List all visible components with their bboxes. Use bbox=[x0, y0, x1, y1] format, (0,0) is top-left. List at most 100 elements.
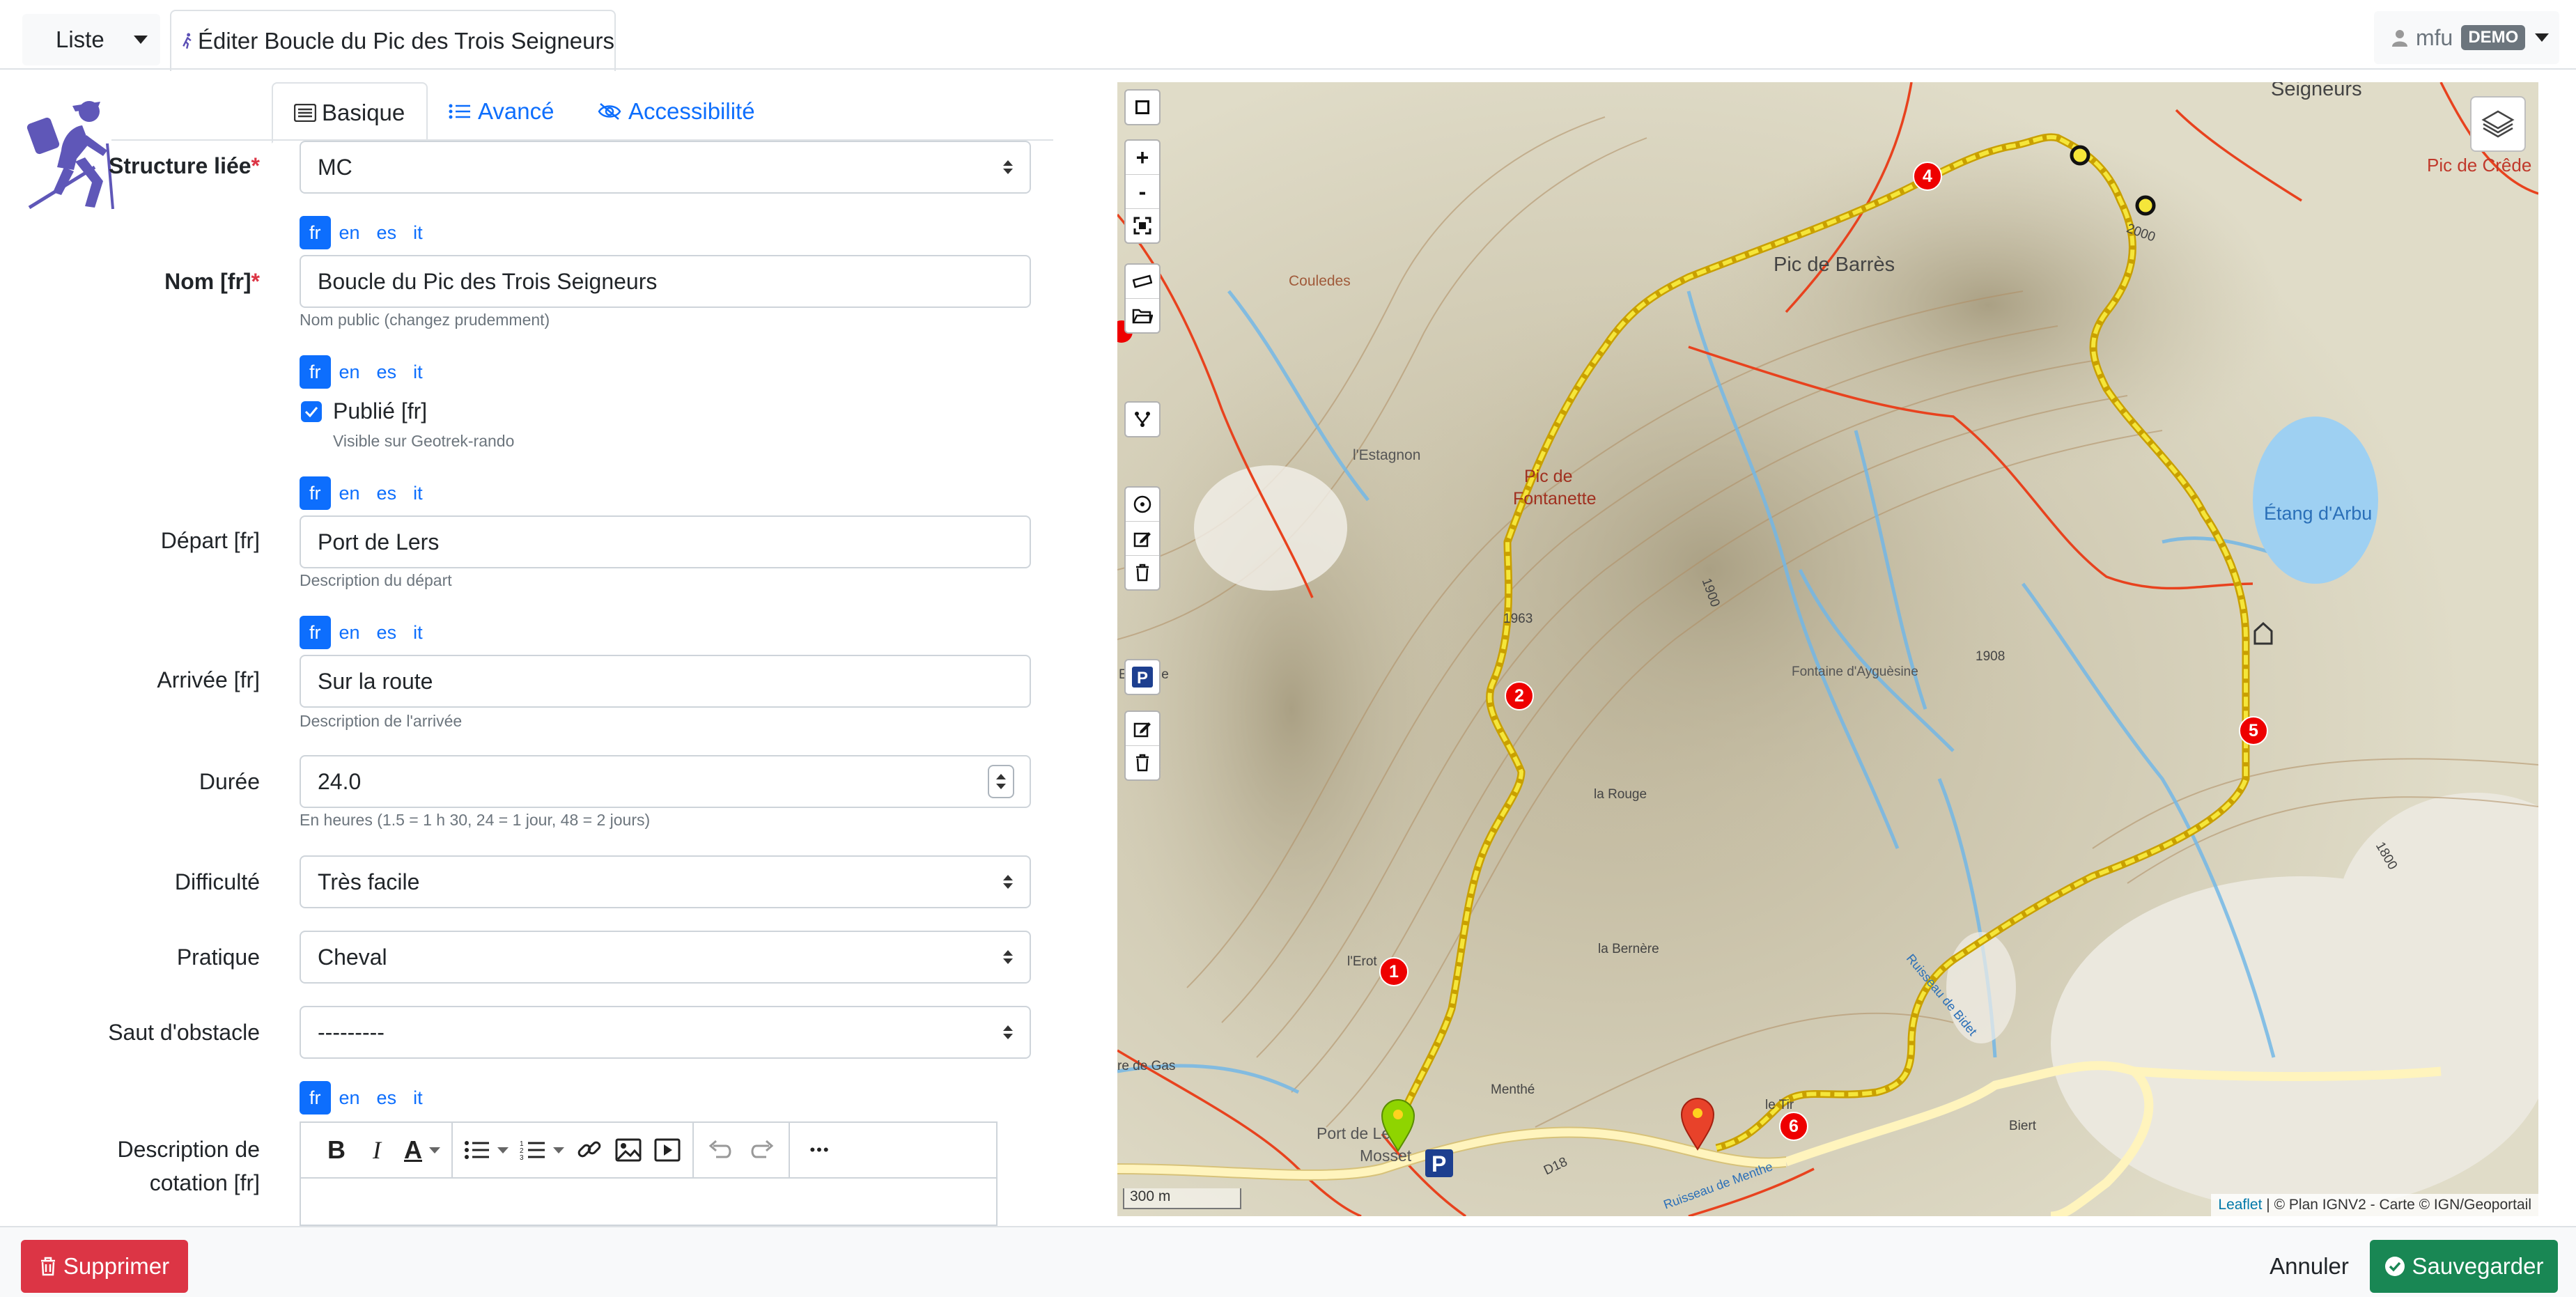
select-arrows-icon bbox=[1003, 160, 1013, 174]
tab-basique[interactable]: Basique bbox=[272, 82, 428, 143]
delete-button[interactable]: Supprimer bbox=[21, 1240, 188, 1293]
duration-value: 24.0 bbox=[318, 768, 362, 794]
list-dropdown-button[interactable]: Liste bbox=[22, 14, 160, 65]
lang-en[interactable]: en bbox=[331, 216, 368, 249]
bullet-list-icon[interactable] bbox=[464, 1139, 492, 1161]
route-icon[interactable] bbox=[1126, 403, 1159, 436]
poi-marker[interactable]: 6 bbox=[1779, 1112, 1808, 1141]
lang-fr[interactable]: fr bbox=[300, 1081, 331, 1115]
tab-accessibilite[interactable]: Accessibilité bbox=[598, 82, 779, 141]
lang-en[interactable]: en bbox=[331, 616, 368, 649]
chevron-down-icon[interactable] bbox=[429, 1147, 440, 1154]
lang-en[interactable]: en bbox=[331, 1081, 368, 1115]
duration-input[interactable]: 24.0 bbox=[300, 755, 1031, 808]
lang-fr[interactable]: fr bbox=[300, 476, 331, 510]
undo-icon[interactable] bbox=[706, 1139, 734, 1161]
poi-marker[interactable]: 1 bbox=[1379, 957, 1409, 986]
duration-help: En heures (1.5 = 1 h 30, 24 = 1 jour, 48… bbox=[300, 811, 651, 829]
tab-avance[interactable]: Avancé bbox=[449, 82, 574, 141]
map-label: Étang d'Arbu bbox=[2264, 503, 2373, 524]
structure-label-text: Structure liée bbox=[109, 153, 251, 178]
folder-open-icon[interactable] bbox=[1126, 299, 1159, 332]
practice-select[interactable]: Cheval bbox=[300, 931, 1031, 984]
fullscreen-icon[interactable] bbox=[1126, 209, 1159, 242]
tab-accessibilite-label: Accessibilité bbox=[628, 98, 755, 124]
edit-icon[interactable] bbox=[1126, 712, 1159, 746]
lang-en[interactable]: en bbox=[331, 355, 368, 389]
chevron-down-icon[interactable] bbox=[553, 1147, 564, 1154]
name-help: Nom public (changez prudemment) bbox=[300, 311, 550, 329]
bold-button[interactable]: B bbox=[316, 1135, 357, 1165]
lang-fr[interactable]: fr bbox=[300, 616, 331, 649]
link-icon[interactable] bbox=[575, 1137, 603, 1163]
lang-it[interactable]: it bbox=[405, 355, 431, 389]
poi-marker[interactable]: 2 bbox=[1505, 681, 1534, 710]
save-button[interactable]: Sauvegarder bbox=[2370, 1240, 2558, 1293]
difficulty-select[interactable]: Très facile bbox=[300, 855, 1031, 908]
departure-label: Départ [fr] bbox=[160, 528, 260, 553]
target-icon[interactable] bbox=[1126, 488, 1159, 522]
user-menu[interactable]: mfu DEMO bbox=[2374, 11, 2559, 64]
rich-text-editor[interactable]: B I A 1 2 3 ••• bbox=[300, 1121, 998, 1226]
italic-button[interactable]: I bbox=[357, 1135, 397, 1165]
lang-es[interactable]: es bbox=[368, 476, 405, 510]
lang-es[interactable]: es bbox=[368, 216, 405, 249]
poi-marker[interactable]: 5 bbox=[2239, 716, 2268, 745]
start-marker-icon[interactable] bbox=[1381, 1099, 1415, 1152]
lang-fr[interactable]: fr bbox=[300, 216, 331, 249]
redo-icon[interactable] bbox=[748, 1139, 776, 1161]
square-icon[interactable] bbox=[1126, 91, 1159, 124]
layers-icon[interactable] bbox=[2470, 96, 2526, 152]
map-label: l'Estagnon bbox=[1353, 447, 1421, 463]
draw-rectangle-control[interactable] bbox=[1124, 89, 1161, 125]
trash-icon[interactable] bbox=[1126, 746, 1159, 779]
map-label: Seigneurs bbox=[2271, 82, 2362, 100]
published-checkbox[interactable] bbox=[301, 401, 322, 422]
zoom-out-button[interactable]: - bbox=[1126, 175, 1159, 209]
page-title: Éditer Boucle du Pic des Trois Seigneurs bbox=[198, 28, 614, 54]
lang-es[interactable]: es bbox=[368, 355, 405, 389]
leaflet-link[interactable]: Leaflet bbox=[2218, 1197, 2262, 1213]
arrival-input[interactable]: Sur la route bbox=[300, 655, 1031, 708]
lang-fr[interactable]: fr bbox=[300, 355, 331, 389]
lang-it[interactable]: it bbox=[405, 1081, 431, 1115]
lang-it[interactable]: it bbox=[405, 216, 431, 249]
eye-slash-icon bbox=[598, 103, 621, 120]
map-label: l'Erot bbox=[1347, 954, 1377, 969]
obstacle-select[interactable]: --------- bbox=[300, 1006, 1031, 1059]
language-switcher-name: fr en es it bbox=[300, 216, 431, 249]
lang-es[interactable]: es bbox=[368, 1081, 405, 1115]
departure-input[interactable]: Port de Lers bbox=[300, 515, 1031, 568]
more-options-button[interactable]: ••• bbox=[796, 1141, 844, 1159]
media-icon[interactable] bbox=[653, 1137, 681, 1163]
image-icon[interactable] bbox=[614, 1137, 642, 1163]
poi-marker[interactable]: 4 bbox=[1913, 162, 1942, 191]
rating-label-line1: Description de bbox=[117, 1137, 260, 1162]
name-input[interactable]: Boucle du Pic des Trois Seigneurs bbox=[300, 255, 1031, 308]
departure-help: Description du départ bbox=[300, 571, 452, 589]
lang-it[interactable]: it bbox=[405, 616, 431, 649]
end-marker-icon[interactable] bbox=[1680, 1098, 1715, 1151]
chevron-down-icon[interactable] bbox=[497, 1147, 509, 1154]
zoom-in-button[interactable]: + bbox=[1126, 141, 1159, 175]
map-view[interactable]: Seigneurs Pic de Crêde Pic de Barrès Cou… bbox=[1117, 82, 2538, 1216]
lang-es[interactable]: es bbox=[368, 616, 405, 649]
edit-page-tab[interactable]: Éditer Boucle du Pic des Trois Seigneurs bbox=[170, 10, 616, 71]
structure-select[interactable]: MC bbox=[300, 141, 1031, 194]
difficulty-label: Difficulté bbox=[174, 869, 260, 894]
parking-edit-controls bbox=[1124, 710, 1161, 781]
font-color-button[interactable]: A bbox=[397, 1135, 429, 1165]
ruler-icon[interactable] bbox=[1126, 265, 1159, 299]
structure-label: Structure liée* bbox=[109, 153, 260, 179]
map-label: Biert bbox=[2009, 1119, 2037, 1133]
lang-en[interactable]: en bbox=[331, 476, 368, 510]
parking-button[interactable]: P bbox=[1126, 660, 1159, 694]
cancel-button[interactable]: Annuler bbox=[2243, 1240, 2375, 1293]
lang-it[interactable]: it bbox=[405, 476, 431, 510]
number-spinner-icon[interactable] bbox=[988, 765, 1014, 798]
topographic-map-background bbox=[1117, 82, 2538, 1216]
numbered-list-icon[interactable]: 1 2 3 bbox=[520, 1139, 548, 1161]
edit-icon[interactable] bbox=[1126, 522, 1159, 556]
map-label: re de Gas bbox=[1117, 1059, 1176, 1073]
trash-icon[interactable] bbox=[1126, 556, 1159, 589]
